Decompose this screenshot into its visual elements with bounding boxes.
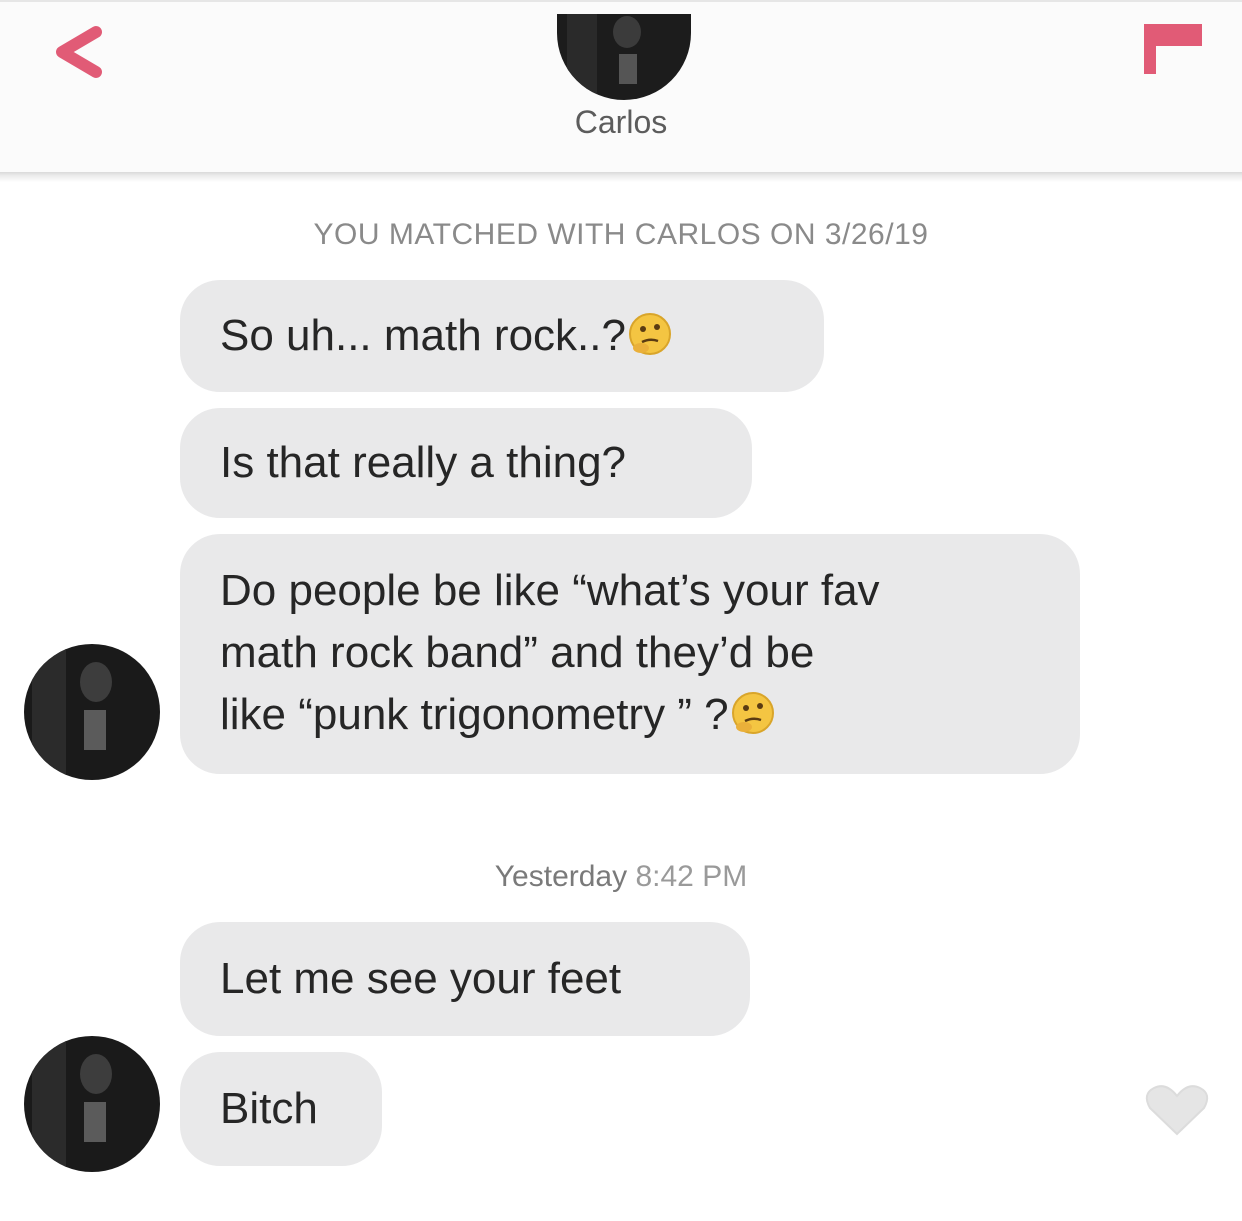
flag-icon xyxy=(1144,24,1202,74)
like-button[interactable] xyxy=(1142,1080,1212,1140)
thinking-face-icon xyxy=(628,313,671,355)
message-text: So uh... math rock..? xyxy=(220,311,626,360)
message-line: like “punk trigonometry ” ? xyxy=(220,690,729,739)
message-bubble: Let me see your feet xyxy=(180,922,750,1036)
back-button[interactable] xyxy=(40,20,120,80)
message-bubble: So uh... math rock..? xyxy=(180,280,824,392)
chevron-left-icon xyxy=(56,26,102,78)
header-divider xyxy=(0,172,1242,182)
timestamp: Yesterday 8:42 PM xyxy=(0,860,1242,894)
message-text: Let me see your feet xyxy=(220,954,622,1003)
message-bubble: Do people be like “what’s your fav math … xyxy=(180,534,1080,774)
message-line: math rock band” and they’d be xyxy=(220,628,815,677)
message-bubble: Is that really a thing? xyxy=(180,408,752,518)
timestamp-time: 8:42 PM xyxy=(635,860,748,893)
report-button[interactable] xyxy=(1130,18,1210,78)
message-text: Is that really a thing? xyxy=(220,438,627,487)
sender-avatar[interactable] xyxy=(24,1036,160,1172)
thinking-face-icon xyxy=(731,692,774,734)
timestamp-day: Yesterday xyxy=(494,860,628,893)
sender-avatar[interactable] xyxy=(24,644,160,780)
message-text: Bitch xyxy=(220,1084,318,1133)
message-bubble: Bitch xyxy=(180,1052,382,1166)
message-line: Do people be like “what’s your fav xyxy=(220,566,880,615)
match-notice: YOU MATCHED WITH CARLOS ON 3/26/19 xyxy=(313,218,929,251)
heart-icon xyxy=(1145,1085,1209,1136)
header-name[interactable]: Carlos xyxy=(0,104,1242,141)
